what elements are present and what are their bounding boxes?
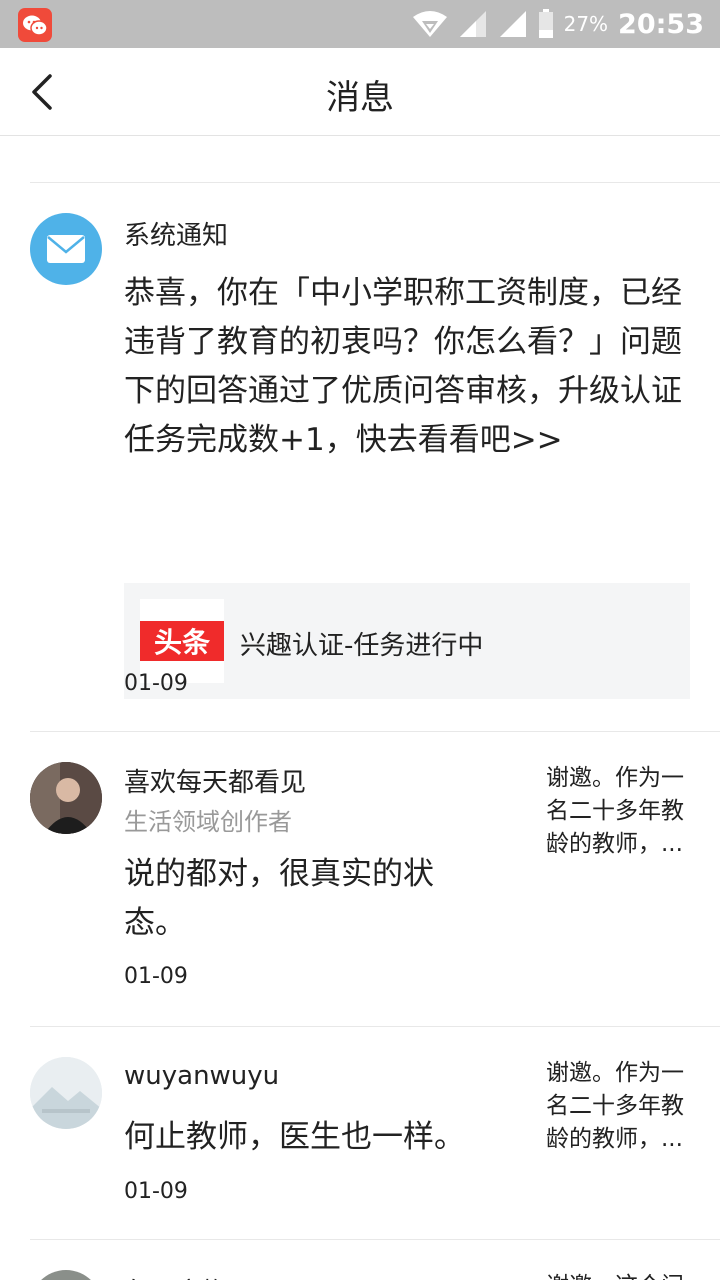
battery-icon <box>538 9 553 38</box>
status-bar: 27% 20:53 <box>0 0 720 48</box>
comment-text: 说的都对，很真实的状态。 <box>124 856 434 941</box>
message-list[interactable]: 01-09 系统通知 恭喜，你在「中小学职称工资制度，已经违背了教育的初衷吗？你… <box>0 135 720 1280</box>
wifi-icon <box>412 11 447 37</box>
message-date: 01-09 <box>124 671 188 696</box>
avatar[interactable] <box>30 1270 102 1280</box>
signal-icon <box>459 11 486 37</box>
original-answer-snippet[interactable]: 谢邀。作为一名二十多年教龄的教师，... <box>546 762 696 861</box>
page-title: 消息 <box>326 78 394 118</box>
app-header: 消息 <box>0 48 720 136</box>
list-item[interactable]: 系统通知 恭喜，你在「中小学职称工资制度，已经违背了教育的初衷吗？你怎么看？」问… <box>0 183 720 731</box>
sender-name: 系统通知 <box>124 221 229 251</box>
avatar[interactable] <box>30 1057 102 1129</box>
signal-icon-2 <box>499 11 526 37</box>
message-date: 01-09 <box>124 964 188 989</box>
comment-text: 何止教师，医生也一样。 <box>124 1119 465 1155</box>
message-body: 恭喜，你在「中小学职称工资制度，已经违背了教育的初衷吗？你怎么看？」问题下的回答… <box>124 275 682 458</box>
card-title: 兴趣认证-任务进行中 <box>240 631 484 661</box>
original-answer-snippet[interactable]: 谢邀。这个问 <box>546 1270 716 1280</box>
avatar[interactable] <box>30 762 102 834</box>
sender-name[interactable]: 久雨寒梅88 <box>124 1272 261 1280</box>
original-answer-snippet[interactable]: 谢邀。作为一名二十多年教龄的教师，... <box>546 1057 696 1156</box>
battery-percent: 27% <box>563 12 609 36</box>
sender-name[interactable]: 喜欢每天都看见 <box>124 762 306 799</box>
list-item[interactable]: 久雨寒梅88 谢邀。这个问 <box>0 1240 720 1280</box>
clock: 20:53 <box>618 8 704 40</box>
sender-name[interactable]: wuyanwuyu <box>124 1061 279 1091</box>
app-notification-icon <box>18 8 52 42</box>
task-card[interactable]: 头条 兴趣认证-任务进行中 <box>124 583 690 699</box>
message-date: 01-09 <box>124 1179 188 1204</box>
creator-label: 生活领域创作者 <box>124 808 292 836</box>
list-item[interactable]: wuyanwuyu 何止教师，医生也一样。 谢邀。作为一名二十多年教龄的教师，.… <box>0 1027 720 1239</box>
list-item[interactable]: 喜欢每天都看见 生活领域创作者 说的都对，很真实的状态。 谢邀。作为一名二十多年… <box>0 732 720 1026</box>
mail-icon <box>30 213 102 285</box>
